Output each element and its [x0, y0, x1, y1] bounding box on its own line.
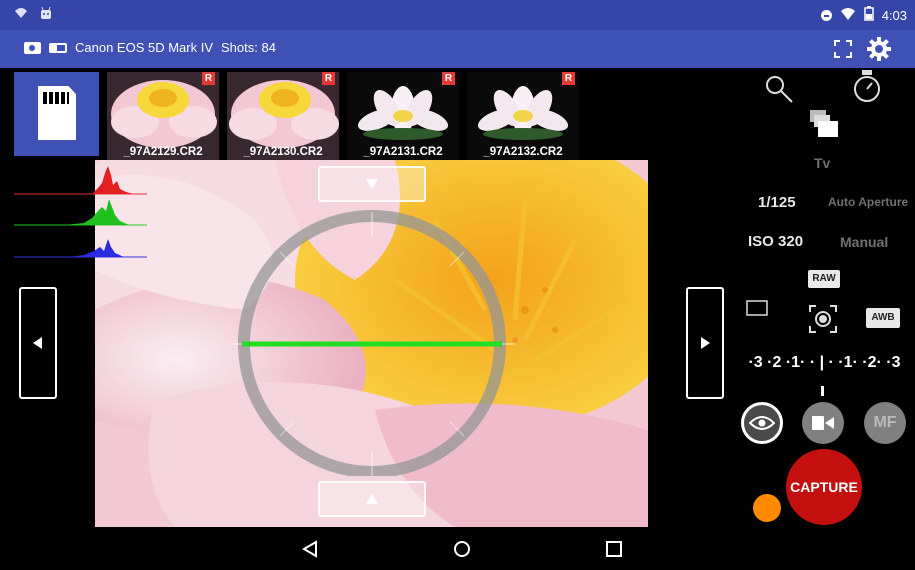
arrow-right-icon — [701, 337, 710, 349]
back-icon[interactable] — [300, 539, 320, 559]
raw-badge: R — [322, 72, 335, 85]
triangle-up-icon — [366, 494, 378, 504]
connection-toggle-icon[interactable] — [49, 42, 67, 53]
arrow-left-icon — [33, 337, 42, 349]
thumbnail[interactable]: R _97A2129.CR2 — [107, 72, 219, 160]
shots-count: Shots: 84 — [221, 40, 276, 55]
wifi-icon — [14, 6, 28, 23]
iso-mode: Manual — [840, 234, 889, 250]
signal-icon — [840, 7, 856, 24]
timer-icon[interactable] — [852, 70, 882, 109]
home-icon[interactable] — [452, 539, 472, 559]
thumbnail-filename: _97A2130.CR2 — [243, 146, 323, 158]
search-icon[interactable] — [764, 74, 794, 109]
capture-button[interactable]: CAPTURE — [786, 449, 862, 525]
sd-card-icon — [38, 86, 76, 140]
focus-far-button[interactable] — [318, 166, 426, 202]
thumbnail[interactable]: R _97A2130.CR2 — [227, 72, 339, 160]
shooting-mode: Tv — [814, 155, 831, 171]
thumbnail-strip: R _97A2129.CR2 R _97A2130.CR2 R _97A2131… — [0, 68, 734, 160]
white-balance-badge[interactable]: AWB — [866, 308, 900, 328]
thumbnail-filename: _97A2131.CR2 — [363, 146, 443, 158]
focus-near-button[interactable] — [318, 481, 426, 517]
fullscreen-icon[interactable] — [834, 40, 852, 58]
iso-value[interactable]: ISO 320 — [748, 233, 803, 250]
battery-icon — [863, 6, 874, 24]
recents-icon[interactable] — [604, 539, 624, 559]
video-icon[interactable] — [802, 402, 844, 444]
sd-card-button[interactable] — [14, 72, 99, 156]
raw-format-badge[interactable]: RAW — [808, 270, 840, 288]
thumbnail-filename: _97A2132.CR2 — [483, 146, 563, 158]
do-not-disturb-icon — [820, 9, 832, 21]
camera-name: Canon EOS 5D Mark IV — [75, 40, 213, 55]
bracket-icon[interactable] — [808, 108, 840, 145]
clock: 4:03 — [881, 7, 907, 23]
raw-badge: R — [202, 72, 215, 85]
settings-icon[interactable] — [866, 36, 892, 62]
exposure-indicator — [821, 386, 824, 396]
app-bar: Canon EOS 5D Mark IV Shots: 84 — [0, 30, 915, 68]
triangle-down-icon — [366, 179, 378, 189]
system-nav-bar — [0, 527, 915, 570]
status-indicator-dot — [753, 494, 781, 522]
shutter-speed[interactable]: 1/125 — [758, 194, 796, 211]
histogram — [14, 163, 147, 261]
aspect-icon[interactable] — [746, 300, 768, 321]
metering-icon[interactable] — [808, 304, 838, 339]
camera-icon — [24, 41, 41, 54]
next-arrow-button[interactable] — [686, 287, 724, 399]
manual-focus-button[interactable]: MF — [864, 402, 906, 444]
eye-icon[interactable] — [741, 402, 783, 444]
thumbnail[interactable]: R _97A2132.CR2 — [467, 72, 579, 160]
aperture-value[interactable]: Auto Aperture — [828, 195, 908, 209]
level-indicator — [230, 206, 515, 478]
exposure-scale: ·3 ·2 ·1· · | · ·1· ·2· ·3 — [748, 354, 901, 371]
raw-badge: R — [442, 72, 455, 85]
previous-arrow-button[interactable] — [19, 287, 57, 399]
thumbnail[interactable]: R _97A2131.CR2 — [347, 72, 459, 160]
status-bar: 4:03 — [0, 0, 915, 30]
raw-badge: R — [562, 72, 575, 85]
android-icon — [40, 6, 52, 23]
thumbnail-filename: _97A2129.CR2 — [123, 146, 203, 158]
